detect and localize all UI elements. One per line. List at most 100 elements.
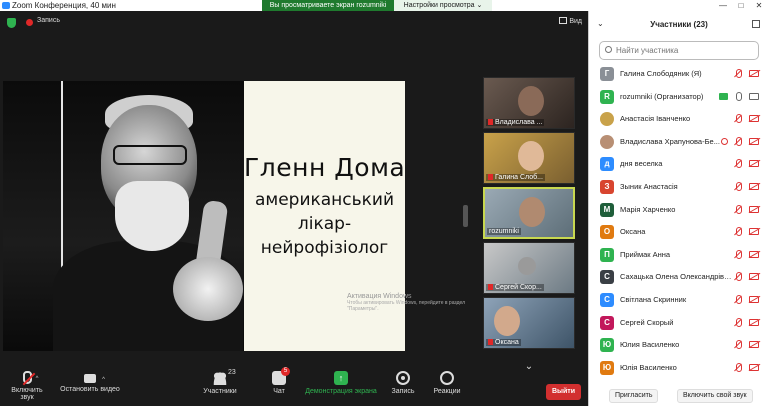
record-button[interactable]: Запись: [390, 371, 416, 395]
participant-name: Сергей Скорый: [620, 317, 674, 327]
camera-icon: ^: [84, 374, 105, 383]
video-thumbnail-active[interactable]: rozumniki: [483, 187, 575, 239]
participant-face: [518, 257, 536, 275]
maximize-button[interactable]: □: [732, 0, 750, 11]
participants-button[interactable]: 23 Участники: [202, 369, 238, 395]
mic-muted-icon[interactable]: [734, 294, 742, 305]
unmute-button[interactable]: ^ Включить звук: [4, 371, 50, 401]
caret-up-icon[interactable]: ^: [36, 376, 39, 382]
video-off-icon[interactable]: [749, 295, 759, 303]
slide-subtitle-line: лікар-: [297, 214, 352, 234]
reactions-button[interactable]: Реакции: [432, 371, 462, 395]
participant-name: Юлія Василенко: [620, 362, 677, 372]
video-off-icon[interactable]: [749, 273, 759, 281]
video-off-icon[interactable]: [749, 250, 759, 258]
panel-footer: Пригласить Включить свой звук: [589, 386, 768, 406]
search-input[interactable]: [616, 44, 756, 57]
participant-row[interactable]: Владислава Храпунова-Бе...: [589, 131, 768, 154]
record-icon: [396, 371, 410, 385]
view-options-button[interactable]: Настройки просмотра ⌄: [394, 0, 492, 11]
video-off-icon[interactable]: [749, 115, 759, 123]
shield-icon[interactable]: [7, 18, 16, 28]
chat-button[interactable]: 5 Чат: [268, 367, 290, 395]
video-off-icon[interactable]: [749, 341, 759, 349]
participant-row[interactable]: С Сергей Скорый: [589, 312, 768, 335]
popout-icon[interactable]: [752, 20, 760, 28]
participant-row[interactable]: З Зыник Анастасія: [589, 176, 768, 199]
video-thumbnails: Владислава ... Галина Слоб... rozumniki …: [483, 77, 575, 352]
mic-muted-icon[interactable]: [734, 317, 742, 328]
mic-muted-icon[interactable]: [734, 69, 742, 79]
mic-icon[interactable]: [734, 91, 742, 102]
video-off-icon[interactable]: [749, 205, 759, 213]
participant-row[interactable]: С Світлана Скринник: [589, 289, 768, 312]
mic-muted-icon[interactable]: [734, 362, 742, 373]
participant-row[interactable]: Анастасія Іванченко: [589, 108, 768, 131]
close-button[interactable]: ✕: [750, 0, 768, 11]
mic-muted-icon[interactable]: [734, 249, 742, 260]
participant-row[interactable]: М Марія Харченко: [589, 199, 768, 222]
video-thumbnail[interactable]: Владислава ...: [483, 77, 575, 129]
thumbnail-name: rozumniki: [489, 228, 519, 235]
participant-row[interactable]: П Приймак Анна: [589, 244, 768, 267]
reactions-icon: [440, 371, 454, 385]
participant-row[interactable]: О Оксана: [589, 221, 768, 244]
mic-muted-icon[interactable]: [734, 181, 742, 192]
video-off-icon[interactable]: [749, 137, 759, 145]
participant-row[interactable]: Ю Юлия Василенко: [589, 334, 768, 357]
unmute-self-button[interactable]: Включить свой звук: [677, 389, 753, 403]
participant-row[interactable]: Ю Юлія Василенко: [589, 357, 768, 380]
collapse-handle[interactable]: [463, 205, 468, 227]
mic-muted-icon[interactable]: [734, 272, 742, 282]
window-title: Zoom Конференция, 40 мин: [12, 1, 116, 10]
video-off-icon[interactable]: [749, 363, 759, 371]
avatar: Г: [600, 67, 614, 81]
video-thumbnail[interactable]: Оксана: [483, 297, 575, 349]
participant-name: дня веселка: [620, 159, 663, 169]
video-off-icon[interactable]: [749, 160, 759, 168]
view-button[interactable]: Вид: [559, 17, 582, 25]
leave-button[interactable]: Выйти: [546, 384, 581, 400]
mic-muted-icon[interactable]: [734, 227, 742, 237]
video-off-icon[interactable]: [749, 70, 759, 77]
participant-row[interactable]: д дня веселка: [589, 153, 768, 176]
invite-button[interactable]: Пригласить: [609, 389, 659, 403]
mic-muted-icon: ^: [22, 371, 39, 384]
participant-row[interactable]: С Сахацька Олена Олександрівна: [589, 266, 768, 289]
video-off-icon[interactable]: [749, 182, 759, 190]
slide-title: Гленн Доман: [244, 153, 405, 182]
mic-muted-icon[interactable]: [734, 136, 742, 147]
mic-muted-icon[interactable]: [734, 114, 742, 124]
video-off-icon[interactable]: [749, 318, 759, 326]
share-screen-button[interactable]: ↑ Демонстрация экрана: [304, 371, 378, 395]
share-screen-label: Демонстрация экрана: [305, 388, 377, 395]
mic-muted-icon[interactable]: [734, 340, 742, 350]
slide-subtitle: американський лікар- нейрофізіолог: [244, 188, 405, 260]
participant-name: Владислава Храпунова-Бе...: [620, 136, 720, 146]
chat-label: Чат: [273, 388, 285, 395]
participant-search[interactable]: [599, 41, 759, 60]
video-thumbnail[interactable]: Сергей Скор...: [483, 242, 575, 294]
avatar: [600, 134, 614, 149]
participant-name: Оксана: [620, 227, 646, 237]
participant-row[interactable]: Rrozumniki (Организатор): [589, 86, 768, 109]
participant-row[interactable]: Г Галина Слободяник (Я): [589, 63, 768, 86]
video-icon[interactable]: [749, 92, 759, 100]
mic-off-icon: [488, 119, 493, 125]
caret-up-icon[interactable]: ^: [102, 377, 105, 383]
recording-dot-icon: [26, 19, 33, 26]
video-off-icon[interactable]: [749, 228, 759, 236]
stop-video-button[interactable]: ^ Остановить видео: [60, 371, 120, 393]
slide-subtitle-line: американський: [254, 190, 395, 210]
share-screen-icon: ↑: [334, 371, 348, 385]
video-thumbnail[interactable]: Галина Слоб...: [483, 132, 575, 184]
mic-muted-icon[interactable]: [734, 159, 742, 169]
avatar: R: [600, 89, 614, 104]
mic-muted-icon[interactable]: [734, 204, 742, 215]
thumbnail-name: Сергей Скор...: [495, 284, 542, 291]
recording-label[interactable]: Запись: [37, 17, 60, 24]
minimize-button[interactable]: —: [714, 0, 732, 11]
search-icon: [605, 46, 612, 53]
watermark-title: Активация Windows: [347, 293, 412, 300]
unmute-label: Включить звук: [11, 387, 43, 401]
